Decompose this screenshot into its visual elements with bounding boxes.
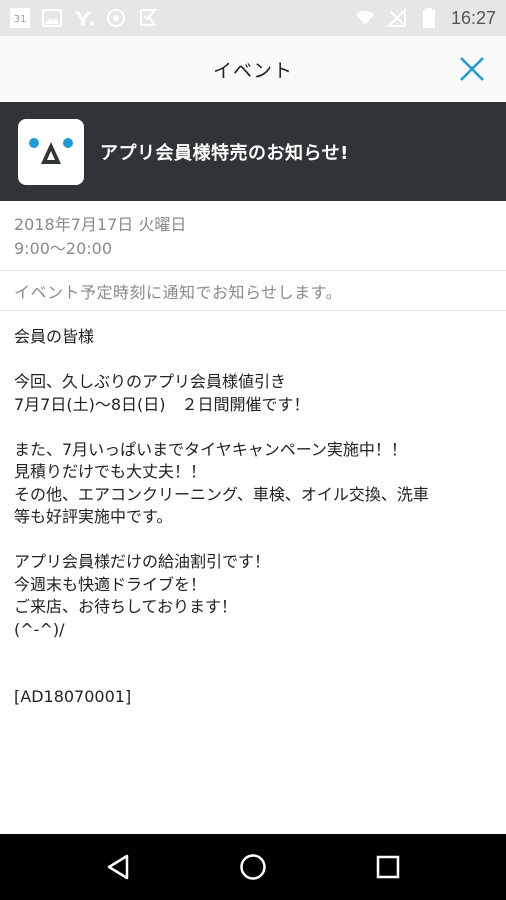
status-time: 16:27: [450, 7, 496, 28]
recents-button[interactable]: [368, 847, 408, 887]
message-line: [14, 349, 494, 372]
message-line: [14, 529, 494, 552]
app-bar: イベント: [0, 36, 506, 102]
navigation-bar: [0, 834, 506, 900]
event-date-block: 2018年7月17日 火曜日 9:00〜20:00: [0, 201, 506, 271]
calendar-day: 31: [13, 14, 27, 25]
close-button[interactable]: [456, 53, 488, 85]
event-title: アプリ会員様特売のお知らせ!: [100, 142, 349, 164]
event-date: 2018年7月17日 火曜日: [14, 215, 187, 234]
back-icon: [107, 854, 128, 880]
message-line: 見積りだけでも大丈夫！！: [14, 462, 207, 481]
yahoo-icon: [74, 8, 94, 28]
recents-icon: [377, 855, 400, 879]
battery-icon: [419, 8, 439, 28]
message-line: 等も好評実施中です。: [14, 507, 173, 526]
message-line: 今週末も快適ドライブを！: [14, 574, 207, 594]
image-icon: [42, 8, 62, 28]
shield-icon: [106, 8, 126, 28]
message-line: (^-^)/: [14, 619, 65, 639]
message-line: [14, 416, 494, 439]
message-line: 会員の皆様: [14, 327, 95, 346]
back-button[interactable]: [98, 847, 138, 887]
signal-off-icon: [386, 8, 407, 28]
event-banner: アプリ会員様特売のお知らせ!: [0, 102, 506, 201]
message-line: [AD18070001]: [14, 687, 132, 706]
message-line: 今回、久しぶりのアプリ会員様値引き: [14, 372, 287, 391]
status-bar: 31 16:27: [0, 0, 506, 36]
close-icon: [460, 57, 484, 81]
notification-notice: イベント予定時刻に通知でお知らせします。: [0, 271, 506, 311]
event-message: 会員の皆様 今回、久しぶりのアプリ会員様値引き 7月7日(土)〜8日(日) ２日間…: [14, 326, 494, 709]
message-line: ご来店、お待ちしております！: [14, 597, 238, 616]
message-line: また、7月いっぱいまでタイヤキャンペーン実施中！！: [14, 439, 407, 459]
flag-icon: [138, 8, 158, 28]
message-line: [14, 664, 494, 687]
message-line: アプリ会員様だけの給油割引です！: [14, 552, 271, 571]
status-left: 31: [10, 8, 158, 28]
home-button[interactable]: [233, 847, 273, 887]
wifi-icon: [355, 8, 375, 28]
page-title: イベント: [212, 59, 293, 82]
home-icon: [240, 854, 266, 880]
message-line: その他、エアコンクリーニング、車検、オイル交換、洗車: [14, 484, 429, 504]
app-logo: [18, 118, 84, 185]
calendar-icon: 31: [10, 8, 30, 28]
message-line: 7月7日(土)〜8日(日) ２日間開催です！: [14, 394, 310, 414]
message-line: [14, 641, 494, 664]
event-time-range: 9:00〜20:00: [14, 239, 113, 258]
status-right: 16:27: [355, 8, 496, 29]
